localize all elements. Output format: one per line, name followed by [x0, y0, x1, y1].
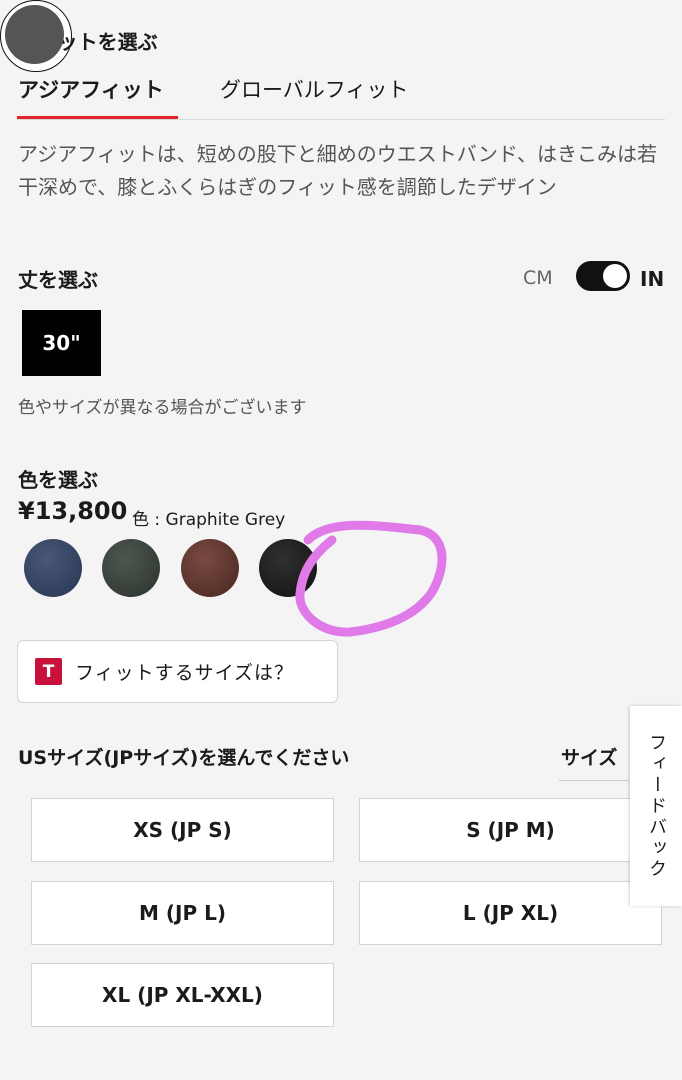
graphite-grey-fill	[5, 5, 64, 64]
size-option-xs[interactable]: XS (JP S)	[31, 798, 334, 862]
unit-in-label: IN	[640, 267, 665, 291]
fit-finder-logo-icon: T	[35, 658, 62, 685]
color-swatch-olive[interactable]	[102, 539, 160, 597]
length-option-30[interactable]: 30"	[22, 310, 101, 376]
size-option-xl[interactable]: XL (JP XL-XXL)	[31, 963, 334, 1027]
color-swatch-brown[interactable]	[181, 539, 239, 597]
size-guide-underline	[559, 780, 629, 781]
unit-toggle[interactable]	[576, 261, 630, 291]
unit-toggle-knob	[603, 264, 627, 288]
price: ¥13,800	[18, 497, 128, 525]
size-option-s[interactable]: S (JP M)	[359, 798, 662, 862]
length-section-title: 丈を選ぶ	[18, 268, 98, 292]
length-note: 色やサイズが異なる場合がございます	[18, 398, 307, 418]
fit-finder-button[interactable]: T フィットするサイズは？	[17, 640, 338, 703]
tab-global-fit[interactable]: グローバルフィット	[220, 74, 408, 104]
color-swatch-navy[interactable]	[24, 539, 82, 597]
color-swatch-graphite-grey[interactable]	[0, 0, 72, 72]
tab-asia-fit[interactable]: アジアフィット	[18, 74, 164, 104]
size-section-title: USサイズ(JPサイズ)を選んでください	[18, 747, 350, 769]
selected-color-label: 色 : Graphite Grey	[132, 510, 286, 530]
tab-divider	[17, 119, 665, 120]
feedback-label: フィードバック	[646, 732, 667, 880]
hand-drawn-circle	[295, 520, 447, 637]
color-section-title: 色を選ぶ	[18, 468, 98, 492]
size-option-l[interactable]: L (JP XL)	[359, 881, 662, 945]
color-swatch-black[interactable]	[259, 539, 317, 597]
fit-description: アジアフィットは、短めの股下と細めのウエストバンド、はきこみは若干深めで、膝とふ…	[18, 142, 657, 199]
unit-cm-label: CM	[523, 267, 553, 289]
feedback-tab[interactable]: フィードバック	[630, 706, 682, 906]
fit-finder-label: フィットするサイズは？	[75, 662, 295, 684]
size-option-m[interactable]: M (JP L)	[31, 881, 334, 945]
size-guide-link[interactable]: サイズ	[561, 743, 617, 770]
